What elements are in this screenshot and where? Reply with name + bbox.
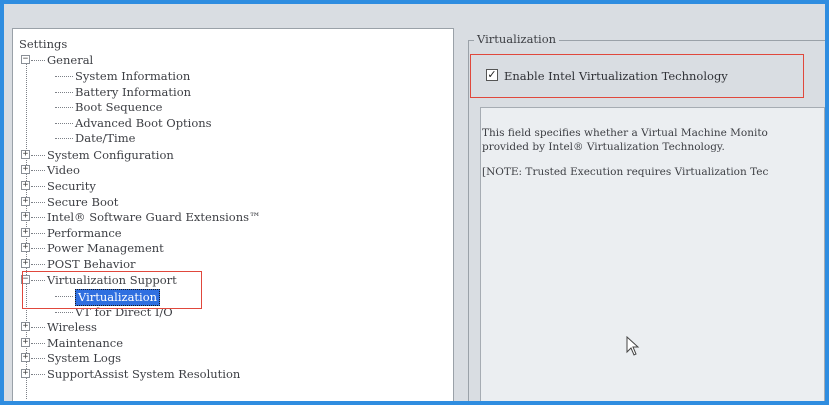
expand-icon[interactable]: +	[21, 165, 30, 174]
description-line-2: provided by Intel® Virtualization Techno…	[482, 141, 725, 153]
tree-connector	[31, 186, 45, 187]
tree-item-label: Security	[47, 179, 96, 193]
tree-connector	[31, 374, 45, 375]
tree-item-label: Virtualization	[75, 289, 161, 306]
enable-vt-checkbox[interactable]: ✓	[486, 69, 498, 81]
tree-item-label: System Information	[75, 69, 191, 83]
description-note: [NOTE: Trusted Execution requires Virtua…	[482, 166, 769, 178]
settings-tree-panel: Settings − General System Information Ba…	[12, 28, 454, 401]
mouse-pointer-icon	[626, 335, 640, 360]
collapse-icon[interactable]: −	[21, 275, 30, 284]
expand-icon[interactable]: +	[21, 353, 30, 362]
expand-icon[interactable]: +	[21, 181, 30, 190]
tree-connector	[31, 233, 45, 234]
expand-icon[interactable]: +	[21, 212, 30, 221]
tree-item-label: Video	[47, 163, 80, 177]
expand-icon[interactable]: +	[21, 243, 30, 252]
tree-item-label: Intel® Software Guard Extensions™	[47, 210, 261, 224]
tree-connector	[55, 296, 73, 297]
tree-connector	[55, 312, 73, 313]
collapse-icon[interactable]: −	[21, 55, 30, 64]
enable-vt-label[interactable]: Enable Intel Virtualization Technology	[504, 68, 728, 84]
tree-item-label: Battery Information	[75, 85, 192, 99]
bios-setup-screen: Settings − General System Information Ba…	[4, 4, 825, 401]
expand-icon[interactable]: +	[21, 150, 30, 159]
tree-connector	[31, 343, 45, 344]
tree-item-label: Wireless	[47, 320, 97, 334]
expand-icon[interactable]: +	[21, 322, 30, 331]
tree-connector	[31, 327, 45, 328]
tree-connector	[31, 280, 45, 281]
expand-icon[interactable]: +	[21, 369, 30, 378]
tree-item-label: Virtualization Support	[47, 273, 177, 287]
tree-connector	[31, 155, 45, 156]
tree-item-label: Date/Time	[75, 131, 136, 145]
tree-connector	[31, 170, 45, 171]
tree-item-label: Boot Sequence	[75, 100, 163, 114]
tree-connector	[55, 92, 73, 93]
tree-item-label: System Configuration	[47, 148, 174, 162]
settings-tree-title: Settings	[19, 37, 68, 51]
expand-icon[interactable]: +	[21, 259, 30, 268]
tree-item-label: Secure Boot	[47, 195, 119, 209]
tree-item-label: System Logs	[47, 351, 122, 365]
tree-connector	[55, 123, 73, 124]
description-line-1: This field specifies whether a Virtual M…	[482, 127, 768, 139]
tree-connector	[55, 138, 73, 139]
tree-item-label: Performance	[47, 226, 122, 240]
tree-connector	[31, 217, 45, 218]
tree-connector	[55, 107, 73, 108]
tree-item-label: General	[47, 53, 94, 67]
tree-connector	[31, 248, 45, 249]
tree-item-label: Advanced Boot Options	[75, 116, 212, 130]
tree-connector	[55, 76, 73, 77]
expand-icon[interactable]: +	[21, 228, 30, 237]
tree-connector	[31, 264, 45, 265]
tree-item-label: Power Management	[47, 241, 164, 255]
tree-item-label: Maintenance	[47, 336, 124, 350]
expand-icon[interactable]: +	[21, 338, 30, 347]
tree-item-label: VT for Direct I/O	[75, 305, 173, 319]
tree-connector	[31, 202, 45, 203]
tree-connector	[31, 60, 45, 61]
tree-item-label: POST Behavior	[47, 257, 136, 271]
tree-item-label: SupportAssist System Resolution	[47, 367, 241, 381]
expand-icon[interactable]: +	[21, 197, 30, 206]
tree-connector	[31, 358, 45, 359]
group-title: Virtualization	[474, 32, 560, 46]
